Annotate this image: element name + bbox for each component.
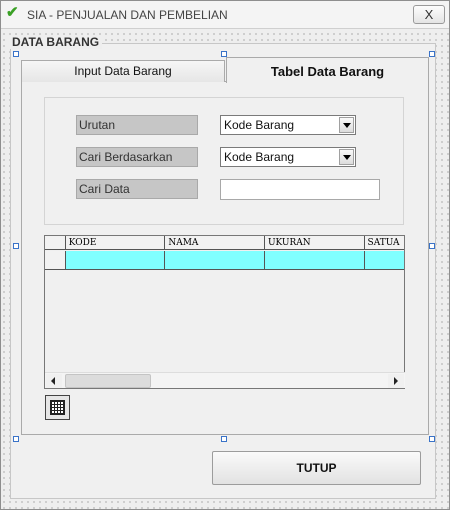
urutan-combo[interactable]: Kode Barang — [220, 115, 356, 135]
cari-data-label: Cari Data — [76, 179, 198, 199]
tab-input-data-barang[interactable]: Input Data Barang — [21, 60, 225, 82]
resize-handle[interactable] — [429, 436, 435, 442]
title-bar: ✔ SIA - PENJUALAN DAN PEMBELIAN X — [1, 1, 449, 29]
grid-icon — [50, 400, 65, 415]
horizontal-scrollbar[interactable] — [45, 372, 405, 388]
app-window: ✔ SIA - PENJUALAN DAN PEMBELIAN X DATA B… — [0, 0, 450, 510]
column-header-ukuran[interactable]: UKURAN — [265, 236, 365, 250]
urutan-label: Urutan — [76, 115, 198, 135]
column-header-kode[interactable]: KODE — [66, 236, 166, 250]
row-selector-header — [45, 236, 66, 250]
cari-berdasarkan-combo-value: Kode Barang — [224, 150, 295, 164]
table-row[interactable] — [45, 251, 404, 270]
tutup-button[interactable]: TUTUP — [212, 451, 421, 485]
column-header-satuan[interactable]: SATUA — [365, 236, 404, 250]
window-title: SIA - PENJUALAN DAN PEMBELIAN — [27, 8, 228, 22]
cari-data-input[interactable] — [220, 179, 380, 200]
chevron-down-icon[interactable] — [339, 149, 354, 165]
frame-legend: DATA BARANG — [9, 35, 103, 49]
tab-tabel-data-barang[interactable]: Tabel Data Barang — [226, 57, 429, 83]
grid-tool-button[interactable] — [45, 395, 70, 420]
cell-kode[interactable] — [65, 251, 166, 269]
cell-nama[interactable] — [165, 251, 265, 269]
cell-satuan[interactable] — [364, 251, 404, 269]
resize-handle[interactable] — [429, 243, 435, 249]
chevron-down-icon[interactable] — [339, 117, 354, 133]
column-header-nama[interactable]: NAMA — [165, 236, 265, 250]
cell-ukuran[interactable] — [264, 251, 365, 269]
scroll-right-icon[interactable] — [388, 374, 404, 388]
cari-berdasarkan-combo[interactable]: Kode Barang — [220, 147, 356, 167]
resize-handle[interactable] — [13, 436, 19, 442]
urutan-combo-value: Kode Barang — [224, 118, 295, 132]
resize-handle[interactable] — [429, 51, 435, 57]
scroll-left-icon[interactable] — [46, 374, 62, 388]
checkmark-icon: ✔ — [6, 4, 19, 21]
resize-handle[interactable] — [13, 51, 19, 57]
grid-header: KODE NAMA UKURAN SATUA — [45, 236, 404, 250]
cari-berdasarkan-label: Cari Berdasarkan — [76, 147, 198, 167]
resize-handle[interactable] — [221, 436, 227, 442]
data-grid[interactable]: KODE NAMA UKURAN SATUA — [44, 235, 405, 389]
resize-handle[interactable] — [13, 243, 19, 249]
close-button[interactable]: X — [413, 5, 445, 24]
scrollbar-thumb[interactable] — [65, 374, 151, 388]
row-selector[interactable] — [45, 251, 66, 269]
